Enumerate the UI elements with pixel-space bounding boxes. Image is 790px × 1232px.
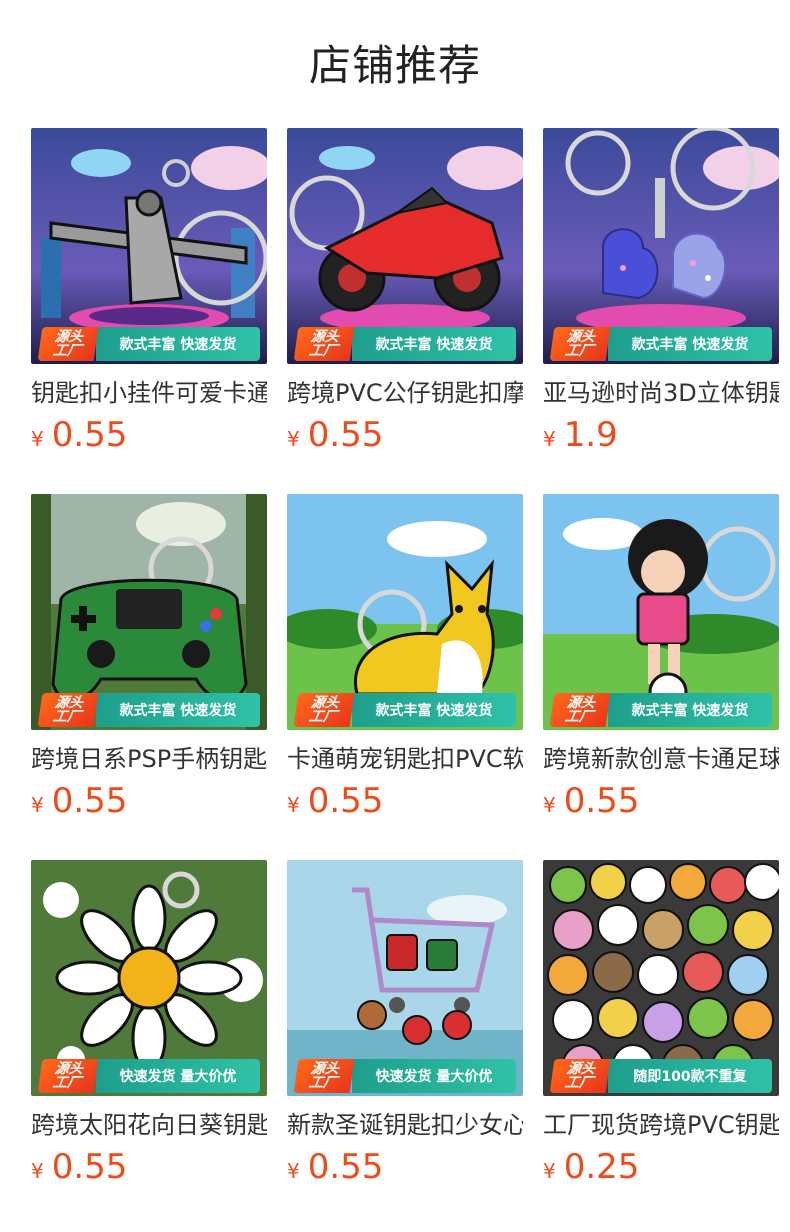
product-name[interactable]: 亚马逊时尚3D立体钥匙扣亮片 (543, 377, 779, 409)
product-image[interactable]: 源头 工厂 款式丰富 快速发货 (543, 128, 779, 364)
source-factory-badge: 源头 工厂 (293, 693, 355, 727)
product-name[interactable]: 卡通萌宠钥匙扣PVC软胶柯基 (287, 743, 523, 775)
product-card[interactable]: 源头 工厂 款式丰富 快速发货 亚马逊时尚3D立体钥匙扣亮片 ¥ 1.9 (543, 128, 779, 454)
currency-symbol: ¥ (31, 427, 44, 451)
price-value: 0.55 (307, 415, 384, 455)
feature-tag: 款式丰富 快速发货 (608, 327, 772, 361)
product-card[interactable]: 源头 工厂 款式丰富 快速发货 跨境日系PSP手柄钥匙扣 ¥ 0.55 (31, 494, 267, 820)
product-name[interactable]: 工厂现货跨境PVC钥匙扣 (543, 1109, 779, 1141)
feature-tag: 款式丰富 快速发货 (352, 693, 516, 727)
currency-symbol: ¥ (287, 1159, 300, 1183)
currency-symbol: ¥ (287, 793, 300, 817)
source-factory-badge: 源头 工厂 (37, 693, 99, 727)
feature-tag: 快速发货 量大价优 (352, 1059, 516, 1093)
product-price: ¥ 1.9 (543, 416, 779, 454)
source-factory-badge: 源头 工厂 (37, 1059, 99, 1093)
product-badge: 源头 工厂 款式丰富 快速发货 (37, 327, 260, 361)
currency-symbol: ¥ (543, 793, 556, 817)
source-factory-badge: 源头 工厂 (293, 1059, 355, 1093)
product-image[interactable]: 源头 工厂 快速发货 量大价优 (287, 860, 523, 1096)
product-card[interactable]: 源头 工厂 款式丰富 快速发货 钥匙扣小挂件可爱卡通PVC软胶飞机钥匙扣 ¥ 0… (31, 128, 267, 454)
price-value: 0.55 (51, 781, 128, 821)
page-title: 店铺推荐 (308, 41, 481, 90)
price-value: 0.55 (307, 1147, 384, 1187)
product-name[interactable]: 钥匙扣小挂件可爱卡通PVC软胶飞机钥匙扣 (31, 377, 267, 409)
price-value: 0.55 (51, 415, 128, 455)
source-factory-badge: 源头 工厂 (549, 1059, 611, 1093)
product-badge: 源头 工厂 快速发货 量大价优 (293, 1059, 516, 1093)
price-value: 0.25 (563, 1147, 640, 1187)
product-card[interactable]: 源头 工厂 款式丰富 快速发货 跨境PVC公仔钥匙扣摩托车钥匙扣 ¥ 0.55 (287, 128, 523, 454)
source-factory-badge: 源头 工厂 (549, 693, 611, 727)
product-price: ¥ 0.55 (31, 1148, 267, 1186)
product-price: ¥ 0.55 (31, 782, 267, 820)
source-factory-badge: 源头 工厂 (549, 327, 611, 361)
feature-tag: 款式丰富 快速发货 (96, 327, 260, 361)
currency-symbol: ¥ (543, 427, 556, 451)
product-price: ¥ 0.25 (543, 1148, 779, 1186)
product-name[interactable]: 跨境太阳花向日葵钥匙扣 (31, 1109, 267, 1141)
product-card[interactable]: 源头 工厂 款式丰富 快速发货 跨境新款创意卡通足球钥匙扣 ¥ 0.55 (543, 494, 779, 820)
product-name[interactable]: 跨境新款创意卡通足球钥匙扣 (543, 743, 779, 775)
product-image[interactable]: 源头 工厂 款式丰富 快速发货 (287, 494, 523, 730)
feature-tag: 款式丰富 快速发货 (608, 693, 772, 727)
product-badge: 源头 工厂 款式丰富 快速发货 (37, 693, 260, 727)
product-image[interactable]: 源头 工厂 款式丰富 快速发货 (543, 494, 779, 730)
price-value: 1.9 (563, 415, 618, 455)
feature-tag: 随即100款不重复 (608, 1059, 772, 1093)
product-price: ¥ 0.55 (287, 416, 523, 454)
feature-tag: 款式丰富 快速发货 (96, 693, 260, 727)
product-card[interactable]: 源头 工厂 快速发货 量大价优 新款圣诞钥匙扣少女心 ¥ 0.55 (287, 860, 523, 1186)
product-image[interactable]: 源头 工厂 快速发货 量大价优 (31, 860, 267, 1096)
product-badge: 源头 工厂 款式丰富 快速发货 (293, 693, 516, 727)
source-factory-badge: 源头 工厂 (293, 327, 355, 361)
feature-tag: 快速发货 量大价优 (96, 1059, 260, 1093)
product-card[interactable]: 源头 工厂 随即100款不重复 工厂现货跨境PVC钥匙扣 ¥ 0.25 (543, 860, 779, 1186)
product-image[interactable]: 源头 工厂 款式丰富 快速发货 (31, 128, 267, 364)
price-value: 0.55 (51, 1147, 128, 1187)
product-badge: 源头 工厂 快速发货 量大价优 (37, 1059, 260, 1093)
product-price: ¥ 0.55 (287, 1148, 523, 1186)
product-card[interactable]: 源头 工厂 快速发货 量大价优 跨境太阳花向日葵钥匙扣 ¥ 0.55 (31, 860, 267, 1186)
currency-symbol: ¥ (31, 1159, 44, 1183)
product-image[interactable]: 源头 工厂 随即100款不重复 (543, 860, 779, 1096)
product-badge: 源头 工厂 款式丰富 快速发货 (549, 693, 772, 727)
product-image[interactable]: 源头 工厂 款式丰富 快速发货 (287, 128, 523, 364)
product-badge: 源头 工厂 款式丰富 快速发货 (549, 327, 772, 361)
currency-symbol: ¥ (287, 427, 300, 451)
feature-tag: 款式丰富 快速发货 (352, 327, 516, 361)
product-badge: 源头 工厂 款式丰富 快速发货 (293, 327, 516, 361)
product-image[interactable]: 源头 工厂 款式丰富 快速发货 (31, 494, 267, 730)
product-price: ¥ 0.55 (543, 782, 779, 820)
product-name[interactable]: 跨境PVC公仔钥匙扣摩托车钥匙扣 (287, 377, 523, 409)
product-price: ¥ 0.55 (31, 416, 267, 454)
product-card[interactable]: 源头 工厂 款式丰富 快速发货 卡通萌宠钥匙扣PVC软胶柯基 ¥ 0.55 (287, 494, 523, 820)
currency-symbol: ¥ (31, 793, 44, 817)
price-value: 0.55 (563, 781, 640, 821)
product-name[interactable]: 新款圣诞钥匙扣少女心 (287, 1109, 523, 1141)
product-badge: 源头 工厂 随即100款不重复 (549, 1059, 772, 1093)
currency-symbol: ¥ (543, 1159, 556, 1183)
source-factory-badge: 源头 工厂 (37, 327, 99, 361)
product-grid: 源头 工厂 款式丰富 快速发货 钥匙扣小挂件可爱卡通PVC软胶飞机钥匙扣 ¥ 0… (31, 128, 790, 1186)
product-price: ¥ 0.55 (287, 782, 523, 820)
price-value: 0.55 (307, 781, 384, 821)
product-name[interactable]: 跨境日系PSP手柄钥匙扣 (31, 743, 267, 775)
